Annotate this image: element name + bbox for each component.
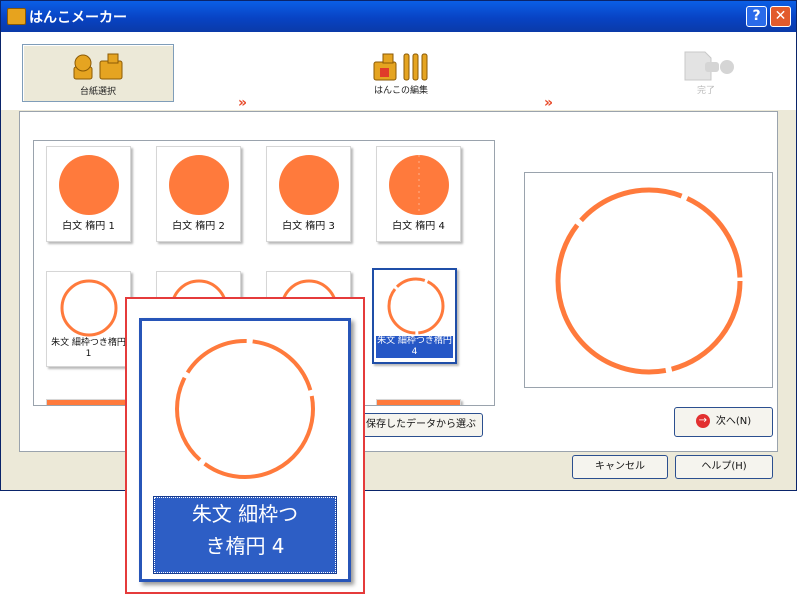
help-dialog-button[interactable]: ヘルプ(H) <box>675 455 773 479</box>
help-button[interactable]: ? <box>746 6 767 27</box>
template-cell-4[interactable]: 白文 楕円 4 <box>376 146 461 242</box>
template-cell-8-selected[interactable]: 朱文 細枠つき楕円 4 <box>372 268 457 364</box>
close-button[interactable]: ✕ <box>770 6 791 27</box>
step-label: はんこの編集 <box>373 86 428 96</box>
cancel-button[interactable]: キャンセル <box>572 455 668 479</box>
zoomed-template-label: 朱文 細枠つ き楕円 4 <box>153 496 337 574</box>
ring-stamp-icon <box>387 277 445 335</box>
template-label: 朱文 細枠つき楕円 1 <box>51 338 126 359</box>
step-label: 完了 <box>696 86 715 96</box>
template-label: 白文 楕円 2 <box>172 221 225 232</box>
template-label: 白文 楕円 4 <box>392 221 445 232</box>
zoom-callout: 朱文 細枠つ き楕円 4 <box>125 297 365 594</box>
next-button[interactable]: → 次へ(N) <box>674 407 773 437</box>
next-arrow-icon: → <box>695 414 710 428</box>
template-cell-2[interactable]: 白文 楕円 2 <box>156 146 241 242</box>
template-cell-5[interactable]: 朱文 細枠つき楕円 1 <box>46 271 131 367</box>
preview-ring-stamp <box>555 187 743 375</box>
template-cell-3[interactable]: 白文 楕円 3 <box>266 146 351 242</box>
wizard-steps: 台紙選択 » はんこの編集 » 完了 <box>1 32 796 111</box>
complete-stamp-icon <box>684 51 734 81</box>
filled-circle-stamp-icon <box>169 155 229 215</box>
template-label: 朱文 細枠つき楕円 4 <box>376 336 453 358</box>
next-label: 次へ(N) <box>715 416 752 427</box>
stamp-preview <box>524 172 773 388</box>
window-title: はんこメーカー <box>29 9 127 25</box>
app-icon <box>7 8 26 25</box>
step-label: 台紙選択 <box>79 87 116 97</box>
filled-circle-stamp-icon <box>279 155 339 215</box>
filled-circle-stamp-icon <box>59 155 119 215</box>
step-edit-hanko[interactable]: はんこの編集 <box>326 44 476 100</box>
template-label: 白文 楕円 1 <box>62 221 115 232</box>
zoom-label-line2: き楕円 4 <box>205 534 285 558</box>
stamp-icon <box>73 53 123 80</box>
step-arrow-icon: » <box>544 95 554 111</box>
zoomed-ring-stamp <box>175 339 315 479</box>
zoomed-selected-cell: 朱文 細枠つ き楕円 4 <box>139 318 351 582</box>
zoom-label-line1: 朱文 細枠つ <box>191 502 299 526</box>
template-label: 白文 楕円 3 <box>282 221 335 232</box>
template-cell-partial[interactable] <box>46 399 131 405</box>
step-select-mount[interactable]: 台紙選択 <box>22 44 174 102</box>
title-bar[interactable]: はんこメーカー ? ✕ <box>1 1 796 32</box>
ring-stamp-icon <box>60 279 118 337</box>
load-saved-data-button[interactable]: 保存したデータから選ぶ <box>355 413 483 437</box>
filled-circle-stamp-icon <box>389 155 449 215</box>
step-arrow-icon: » <box>238 95 248 111</box>
template-cell-1[interactable]: 白文 楕円 1 <box>46 146 131 242</box>
edit-stamp-icon <box>373 53 428 81</box>
template-cell-partial[interactable] <box>376 399 461 405</box>
step-complete[interactable]: 完了 <box>631 44 781 100</box>
